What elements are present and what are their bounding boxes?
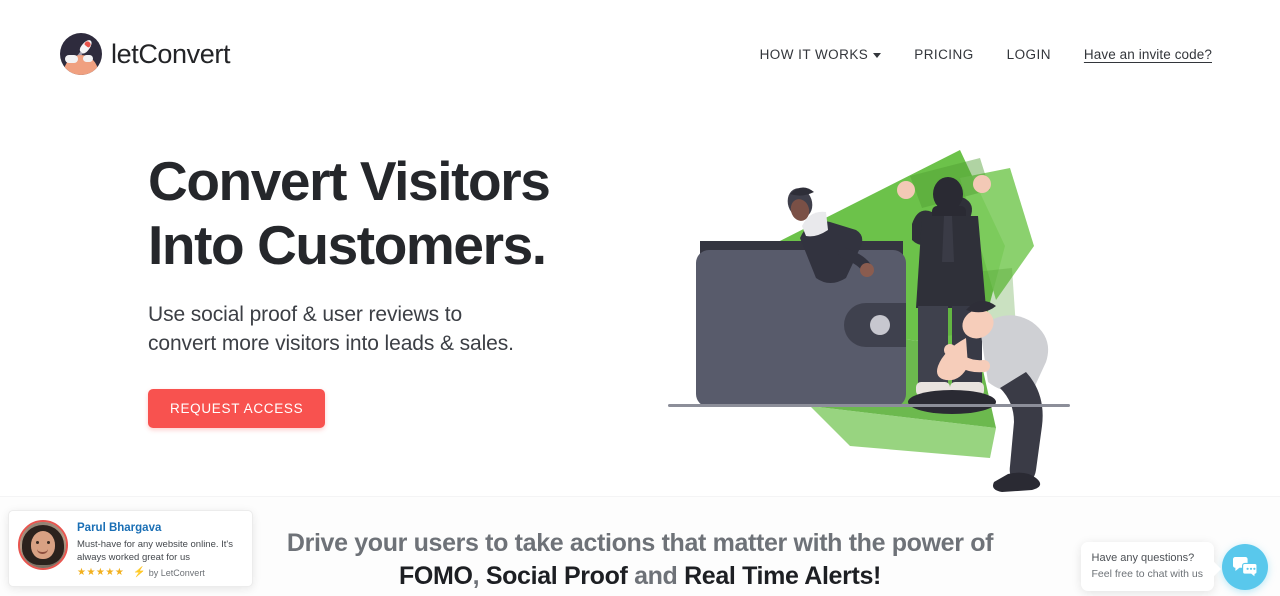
subhead-line-2: convert more visitors into leads & sales… (148, 332, 514, 356)
page-title: Convert Visitors Into Customers. (148, 150, 600, 278)
headline-line-1: Convert Visitors (148, 150, 551, 212)
highlight-real-time-alerts: Real Time Alerts! (684, 562, 881, 590)
chat-prompt-line-1: Have any questions? (1091, 552, 1195, 564)
chat-widget: Have any questions? Feel free to chat wi… (1080, 542, 1268, 592)
value-conjunction: and (627, 562, 685, 590)
social-proof-notification[interactable]: Parul Bhargava Must-have for any website… (8, 510, 253, 587)
value-comma: , (472, 562, 480, 590)
nav-item-pricing[interactable]: PRICING (914, 41, 973, 68)
highlight-fomo: FOMO (399, 562, 473, 590)
chat-bubbles-icon (1233, 556, 1258, 578)
rocket-planet-logo-icon (60, 33, 102, 75)
request-access-button[interactable]: REQUEST ACCESS (148, 389, 326, 429)
star-rating: ★★★★★ (77, 566, 125, 578)
highlight-social-proof: Social Proof (485, 562, 628, 590)
hero-subheading: Use social proof & user reviews to conve… (148, 300, 600, 360)
wallet (696, 241, 906, 407)
value-line-1: Drive your users to take actions that ma… (286, 529, 994, 557)
hero-copy: Convert Visitors Into Customers. Use soc… (0, 108, 600, 429)
reviewer-name[interactable]: Parul Bhargava (77, 521, 243, 536)
chat-prompt-bubble[interactable]: Have any questions? Feel free to chat wi… (1080, 542, 1214, 592)
main-navigation: HOW IT WORKS PRICING LOGIN Have an invit… (760, 41, 1212, 68)
site-header: letConvert HOW IT WORKS PRICING LOGIN Ha… (0, 0, 1280, 108)
brand-name: letConvert (111, 38, 231, 69)
subhead-line-1: Use social proof & user reviews to (148, 302, 463, 326)
review-text: Must-have for any website online. It's a… (77, 538, 233, 564)
user-avatar-photo-icon (18, 520, 68, 570)
chat-prompt-line-2: Feel free to chat with us (1091, 567, 1203, 580)
brand-logo[interactable]: letConvert (60, 33, 230, 75)
chevron-down-icon (873, 52, 882, 58)
hero-section: Convert Visitors Into Customers. Use soc… (0, 108, 1280, 496)
nav-item-invite-code[interactable]: Have an invite code? (1084, 41, 1212, 68)
widget-branding[interactable]: ⚡ by LetConvert (133, 566, 205, 578)
hero-illustration (660, 128, 1130, 548)
open-chat-button[interactable] (1222, 543, 1268, 590)
nav-item-how-it-works[interactable]: HOW IT WORKS (760, 41, 882, 68)
nav-item-login[interactable]: LOGIN (1007, 41, 1051, 68)
notification-footer: ★★★★★ ⚡ by LetConvert (77, 566, 243, 578)
nav-label-how-it-works: HOW IT WORKS (759, 46, 869, 62)
branding-label: by LetConvert (148, 567, 205, 578)
lightning-bolt-icon: ⚡ (133, 566, 146, 578)
notification-body: Parul Bhargava Must-have for any website… (77, 520, 243, 578)
headline-line-2: Into Customers. (148, 213, 547, 276)
